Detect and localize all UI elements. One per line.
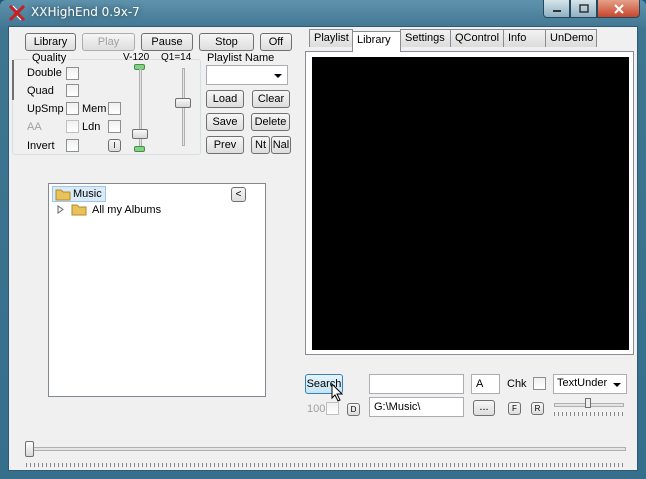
- minimize-button[interactable]: [543, 0, 570, 18]
- search-input[interactable]: [369, 374, 464, 394]
- prev-button[interactable]: Prev: [206, 136, 244, 154]
- tab-undemo[interactable]: UnDemo: [545, 29, 597, 47]
- tab-settings[interactable]: Settings: [400, 29, 451, 47]
- position-slider-track[interactable]: [26, 447, 626, 451]
- aa-checkbox[interactable]: [66, 120, 79, 133]
- count-label: 100: [307, 403, 326, 415]
- delete-button[interactable]: Delete: [251, 113, 290, 131]
- position-slider-ticks: [26, 463, 626, 467]
- collapse-tree-button[interactable]: <: [231, 187, 246, 202]
- ldn-checkbox[interactable]: [108, 120, 121, 133]
- tree-item-label: All my Albums: [92, 204, 162, 216]
- load-button[interactable]: Load: [206, 90, 244, 108]
- folder-icon: [71, 204, 87, 216]
- mem-label: Mem: [82, 103, 107, 115]
- small-slider-ticks: [554, 412, 624, 416]
- library-button[interactable]: Library: [25, 33, 76, 51]
- quality-group-label: Quality: [30, 52, 69, 64]
- close-button[interactable]: [597, 0, 640, 18]
- text-mode-combo[interactable]: TextUnder: [553, 374, 627, 394]
- clear-button[interactable]: Clear: [252, 90, 290, 108]
- main-window: XXHighEnd 0.9x-7 Library Play Pause Stop…: [0, 0, 646, 479]
- minimize-icon: [552, 9, 561, 12]
- folder-icon: [55, 189, 71, 201]
- ldn-label: Ldn: [82, 121, 101, 133]
- quad-label: Quad: [27, 85, 54, 97]
- library-tree[interactable]: < Music All my Albums: [48, 183, 266, 397]
- play-button[interactable]: Play: [82, 33, 135, 51]
- maximize-button[interactable]: [570, 0, 597, 18]
- upsmp-checkbox[interactable]: [66, 102, 79, 115]
- save-button[interactable]: Save: [206, 113, 244, 131]
- volume-thumb[interactable]: [132, 129, 148, 139]
- app-logo-icon: [8, 5, 26, 21]
- close-icon: [613, 3, 624, 14]
- i-button[interactable]: I: [108, 139, 121, 152]
- r-button[interactable]: R: [531, 402, 544, 415]
- d-button[interactable]: D: [347, 403, 360, 416]
- client-area: Library Play Pause Stop Off Quality Doub…: [8, 26, 638, 471]
- small-slider-thumb[interactable]: [585, 398, 591, 408]
- letter-input[interactable]: A: [471, 374, 500, 394]
- mem-checkbox[interactable]: [108, 102, 121, 115]
- tab-library[interactable]: Library: [352, 31, 401, 52]
- window-title: XXHighEnd 0.9x-7: [31, 5, 140, 19]
- stop-button[interactable]: Stop: [199, 33, 254, 51]
- title-bar[interactable]: XXHighEnd 0.9x-7: [0, 0, 646, 26]
- q1-thumb[interactable]: [175, 98, 191, 108]
- off-button[interactable]: Off: [260, 33, 292, 51]
- upsmp-label: UpSmp: [27, 103, 64, 115]
- volume-label: V-120: [123, 52, 150, 63]
- tab-info[interactable]: Info: [503, 29, 546, 47]
- double-checkbox[interactable]: [66, 67, 79, 80]
- double-label: Double: [27, 67, 62, 79]
- aa-label: AA: [27, 121, 42, 133]
- invert-checkbox[interactable]: [66, 139, 79, 152]
- video-display: [312, 57, 629, 350]
- tree-item-label: Music: [73, 188, 102, 200]
- mouse-cursor-icon: [331, 383, 344, 402]
- pause-button[interactable]: Pause: [141, 33, 193, 51]
- nt-button[interactable]: Nt: [251, 136, 270, 154]
- chk-label: Chk: [507, 378, 527, 390]
- chevron-down-icon: [613, 383, 621, 387]
- quad-checkbox[interactable]: [66, 84, 79, 97]
- count-checkbox[interactable]: [326, 402, 339, 415]
- nal-button[interactable]: Nal: [271, 136, 291, 154]
- group-edge-marker: [12, 60, 14, 100]
- tree-item-music[interactable]: Music: [52, 186, 106, 202]
- text-mode-value: TextUnder: [557, 377, 608, 389]
- tab-qcontrol[interactable]: QControl: [450, 29, 504, 47]
- invert-label: Invert: [27, 140, 55, 152]
- browse-button[interactable]: ...: [473, 400, 495, 416]
- position-slider-thumb[interactable]: [25, 441, 34, 457]
- chevron-down-icon: [274, 74, 282, 78]
- playlist-name-combo[interactable]: [206, 65, 288, 85]
- playlist-name-label: Playlist Name: [207, 52, 275, 64]
- path-input[interactable]: G:\Music\: [369, 397, 464, 417]
- q1-label: Q1=14: [161, 52, 192, 63]
- volume-bottom-led: [134, 146, 145, 152]
- tab-playlist[interactable]: Playlist: [309, 29, 353, 47]
- expand-arrow-icon: [57, 205, 64, 214]
- library-tab-panel: [305, 51, 634, 355]
- maximize-icon: [578, 4, 589, 13]
- chk-checkbox[interactable]: [533, 377, 546, 390]
- f-button[interactable]: F: [508, 402, 521, 415]
- tree-item-all-albums[interactable]: All my Albums: [57, 202, 161, 218]
